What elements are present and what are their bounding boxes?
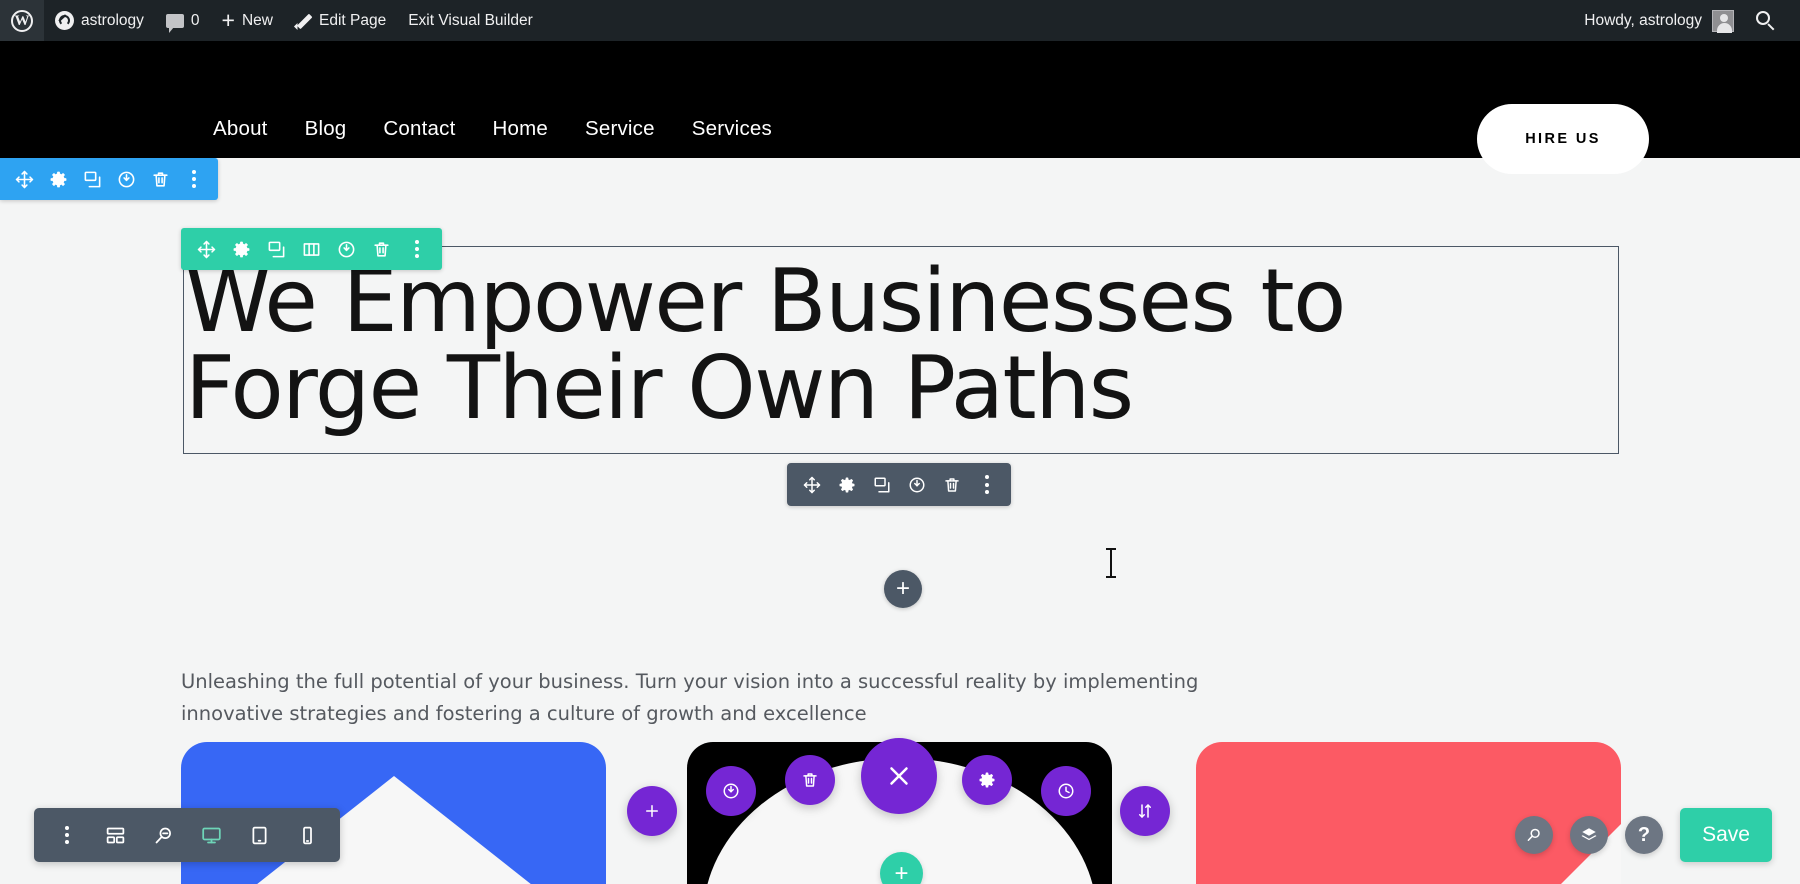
section-settings-button[interactable] [41, 158, 75, 200]
my-account-menu[interactable]: Howdy, astrology [1573, 0, 1745, 41]
layers-button[interactable] [1570, 816, 1608, 854]
radial-add-button[interactable] [627, 786, 677, 836]
module-delete-button[interactable] [934, 463, 969, 506]
wireframe-view-button[interactable] [91, 808, 139, 862]
add-module-button[interactable]: + [884, 570, 922, 608]
row-disable-button[interactable] [329, 228, 364, 270]
row-duplicate-button[interactable] [259, 228, 294, 270]
search-button[interactable] [1515, 816, 1553, 854]
comment-bubble-icon [165, 13, 184, 33]
edit-page-label: Edit Page [318, 11, 387, 29]
section-disable-button[interactable] [109, 158, 143, 200]
module-move-button[interactable] [794, 463, 829, 506]
row-more-options-button[interactable] [399, 228, 434, 270]
module-more-options-button[interactable] [969, 463, 1004, 506]
row-column-structure-button[interactable] [294, 228, 329, 270]
nav-item-about[interactable]: About [213, 117, 268, 141]
avatar [1712, 9, 1734, 33]
toolbar-options-button[interactable] [43, 808, 91, 862]
exit-visual-builder-button[interactable]: Exit Visual Builder [397, 0, 544, 41]
module-duplicate-button[interactable] [864, 463, 899, 506]
hire-us-button[interactable]: HIRE US [1477, 104, 1649, 174]
builder-bottom-toolbar [34, 808, 340, 862]
row-move-button[interactable] [189, 228, 224, 270]
row-toolbar [181, 228, 442, 270]
site-name-menu[interactable]: astrology [44, 0, 155, 41]
nav-item-contact[interactable]: Contact [383, 117, 455, 141]
nav-item-services[interactable]: Services [692, 117, 772, 141]
exit-visual-builder-label: Exit Visual Builder [408, 11, 533, 29]
hero-paragraph[interactable]: Unleashing the full potential of your bu… [181, 666, 1261, 729]
module-toolbar [787, 463, 1011, 506]
new-label: New [241, 11, 273, 29]
kebab-icon [65, 825, 69, 845]
module-disable-button[interactable] [899, 463, 934, 506]
admin-bar-search-button[interactable] [1745, 0, 1786, 41]
row-settings-button[interactable] [224, 228, 259, 270]
wordpress-logo-icon: W [11, 9, 33, 32]
section-toolbar [0, 158, 218, 200]
search-icon [1756, 11, 1775, 30]
zoom-out-button[interactable] [139, 808, 187, 862]
module-settings-button[interactable] [829, 463, 864, 506]
section-more-options-button[interactable] [177, 158, 211, 200]
radial-reorder-button[interactable] [1120, 786, 1170, 836]
wordpress-logo-menu[interactable]: W [0, 0, 44, 41]
radial-disable-button[interactable] [706, 766, 756, 816]
plus-icon: + [221, 7, 235, 33]
admin-bar-left: W astrology 0 + New Edit Page Exit Visua… [0, 0, 544, 41]
visual-builder-screen: W astrology 0 + New Edit Page Exit Visua… [0, 0, 1800, 884]
section-move-button[interactable] [7, 158, 41, 200]
radial-close-button[interactable] [861, 738, 937, 814]
howdy-label: Howdy, astrology [1584, 11, 1702, 29]
phone-view-button[interactable] [283, 808, 331, 862]
edit-page-menu[interactable]: Edit Page [284, 0, 397, 41]
save-button[interactable]: Save [1680, 808, 1772, 862]
row-delete-button[interactable] [364, 228, 399, 270]
comments-menu[interactable]: 0 [155, 0, 211, 41]
help-button[interactable]: ? [1625, 816, 1663, 854]
section-duplicate-button[interactable] [75, 158, 109, 200]
text-cursor-icon [1106, 548, 1116, 578]
primary-navigation: About Blog Contact Home Service Services [213, 117, 772, 141]
desktop-view-button[interactable] [187, 808, 235, 862]
new-content-menu[interactable]: + New [211, 0, 284, 41]
hero-headline[interactable]: We Empower Businesses to Forge Their Own… [185, 258, 1605, 432]
section-delete-button[interactable] [143, 158, 177, 200]
nav-item-home[interactable]: Home [492, 117, 547, 141]
site-header: About Blog Contact Home Service Services… [0, 41, 1800, 174]
admin-bar-right: Howdy, astrology [1573, 0, 1800, 41]
kebab-icon [984, 475, 989, 494]
dashboard-icon [55, 11, 74, 30]
radial-settings-button[interactable] [962, 755, 1012, 805]
radial-delete-button[interactable] [785, 755, 835, 805]
nav-item-blog[interactable]: Blog [305, 117, 347, 141]
site-name-label: astrology [81, 11, 144, 29]
comments-count: 0 [190, 11, 200, 29]
headline-line-2: Forge Their Own Paths [185, 337, 1134, 439]
kebab-icon [414, 239, 419, 259]
nav-item-service[interactable]: Service [585, 117, 655, 141]
pencil-icon [295, 12, 312, 29]
tablet-view-button[interactable] [235, 808, 283, 862]
kebab-icon [192, 169, 196, 189]
radial-history-button[interactable] [1041, 766, 1091, 816]
wp-admin-bar: W astrology 0 + New Edit Page Exit Visua… [0, 0, 1800, 41]
builder-bottom-right-controls: ? Save [1515, 808, 1772, 862]
